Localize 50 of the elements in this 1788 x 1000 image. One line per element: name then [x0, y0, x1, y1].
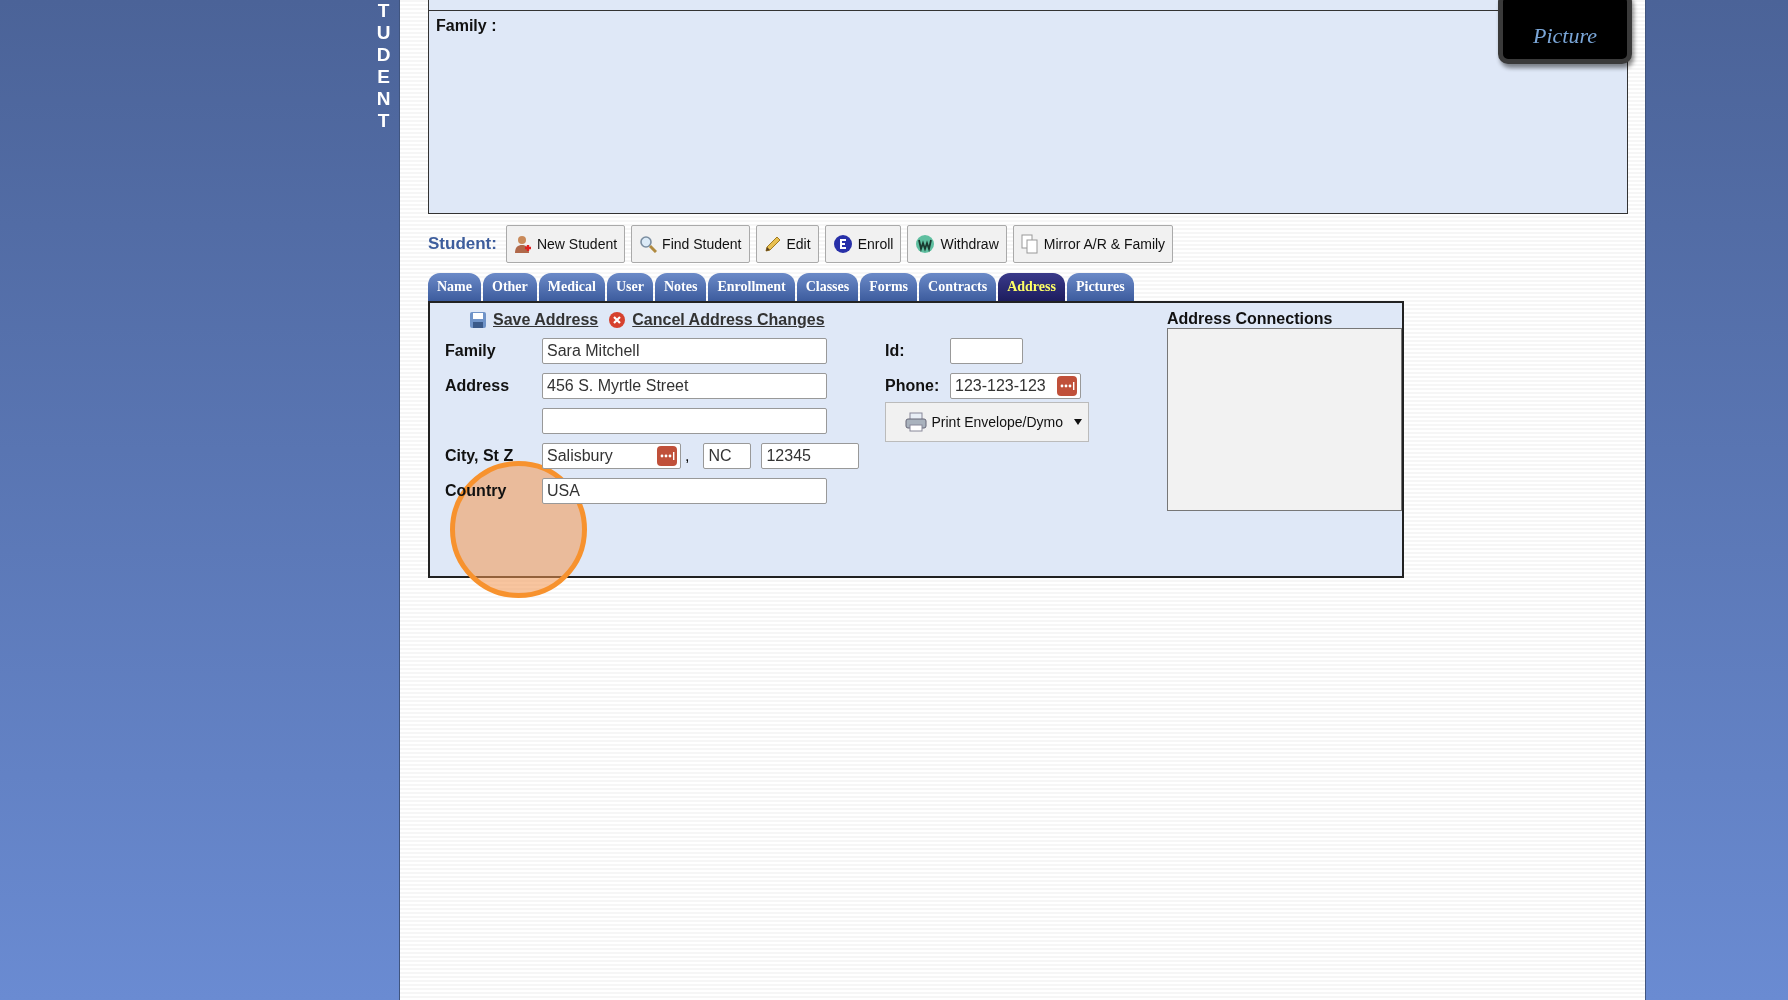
- tab[interactable]: Address: [998, 273, 1065, 301]
- tab[interactable]: Enrollment: [708, 273, 795, 301]
- cancel-icon: [608, 311, 627, 329]
- tab[interactable]: Forms: [860, 273, 918, 301]
- country-field[interactable]: USA: [542, 478, 827, 504]
- family-label: Family :: [436, 17, 497, 34]
- dropdown-arrow-icon: [1073, 418, 1083, 426]
- documents-icon: [1020, 234, 1039, 254]
- field-label: Address: [445, 377, 511, 395]
- letter-w-circle-icon: [915, 234, 936, 254]
- tab[interactable]: Contracts: [919, 273, 997, 301]
- vertical-banner-text: TUDENT: [375, 0, 392, 132]
- section-title: Address Connections: [1167, 310, 1334, 328]
- letter-e-circle-icon: [832, 234, 853, 254]
- field-label: Country: [445, 482, 508, 500]
- tab[interactable]: User: [607, 273, 653, 301]
- address-field[interactable]: 456 S. Myrtle Street: [542, 373, 827, 399]
- save-address-link[interactable]: Save Address: [493, 311, 599, 329]
- tab[interactable]: Name: [428, 273, 481, 301]
- address-line-field[interactable]: [542, 408, 827, 434]
- toolbar-label: Student:: [428, 234, 497, 254]
- toolbar-button[interactable]: New Student: [505, 225, 626, 263]
- field-label: Phone:: [885, 377, 941, 395]
- printer-icon: [905, 412, 928, 432]
- tab[interactable]: Notes: [655, 273, 707, 301]
- field-label: Id:: [885, 342, 906, 360]
- toolbar-button[interactable]: Enroll: [824, 225, 902, 263]
- toolbar-button[interactable]: Find Student: [631, 225, 750, 263]
- magnifier-icon: [639, 235, 658, 253]
- comma-text: ,: [685, 447, 690, 465]
- state-field[interactable]: NC: [703, 443, 752, 469]
- tab[interactable]: Classes: [796, 273, 859, 301]
- zip-field[interactable]: 12345: [761, 443, 860, 469]
- tab[interactable]: Medical: [538, 273, 605, 301]
- family-field[interactable]: Sara Mitchell: [542, 338, 827, 364]
- more-icon[interactable]: [1057, 376, 1077, 396]
- tab[interactable]: Other: [483, 273, 537, 301]
- field-label: City, St Z: [445, 447, 515, 465]
- more-icon[interactable]: [657, 446, 677, 466]
- cancel-changes-link[interactable]: Cancel Address Changes: [632, 311, 825, 329]
- field-label: Family: [445, 342, 497, 360]
- print-envelope-dropdown[interactable]: Print Envelope/Dymo: [885, 402, 1089, 442]
- toolbar-button[interactable]: Mirror A/R & Family: [1012, 225, 1174, 263]
- pencil-icon: [763, 235, 782, 253]
- person-add-icon: [513, 234, 532, 254]
- picture-badge[interactable]: Picture: [1498, 0, 1632, 64]
- id-field[interactable]: [950, 338, 1023, 364]
- toolbar-button[interactable]: Withdraw: [907, 225, 1007, 263]
- toolbar-button[interactable]: Edit: [755, 225, 819, 263]
- tab[interactable]: Pictures: [1066, 273, 1134, 301]
